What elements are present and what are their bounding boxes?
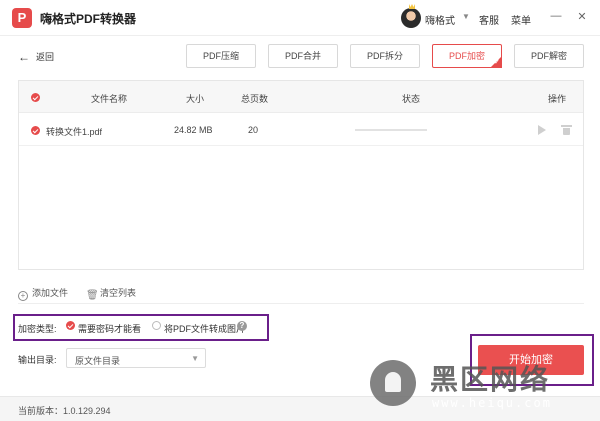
check-icon: ✓ — [494, 59, 500, 66]
add-file-label: 添加文件 — [32, 288, 69, 298]
watermark-title: 黑区网络 — [430, 363, 551, 396]
minimize-button[interactable]: — — [550, 10, 562, 22]
tab-pdf-decrypt[interactable]: PDF解密 — [514, 44, 584, 68]
file-size: 24.82 MB — [174, 125, 213, 135]
output-dir-value: 原文件目录 — [75, 356, 121, 366]
chevron-down-icon: ▼ — [191, 354, 199, 363]
back-button[interactable]: ← 返回 — [18, 50, 54, 64]
back-label: 返回 — [36, 52, 55, 62]
app-title: 嗨格式PDF转换器 — [40, 12, 137, 26]
clear-list-label: 清空列表 — [100, 288, 137, 298]
menu-link[interactable]: 菜单 — [511, 12, 531, 27]
chevron-down-icon[interactable]: ▼ — [462, 12, 470, 21]
trash-icon[interactable] — [561, 125, 572, 135]
arrow-left-icon: ← — [18, 50, 30, 64]
help-icon[interactable]: ? — [237, 321, 247, 331]
tab-pdf-encrypt[interactable]: PDF加密 ✓ — [432, 44, 502, 68]
output-dir-select[interactable]: 原文件目录 ▼ — [66, 348, 206, 368]
clear-list-button[interactable]: 🗑清空列表 — [86, 286, 136, 301]
close-button[interactable]: ✕ — [576, 10, 588, 23]
crown-icon — [409, 4, 415, 9]
file-name: 转换文件1.pdf — [46, 127, 103, 137]
tab-pdf-split[interactable]: PDF拆分 — [350, 44, 420, 68]
tab-pdf-compress[interactable]: PDF压缩 — [186, 44, 256, 68]
option-image-radio[interactable] — [152, 321, 161, 330]
option-image-label[interactable]: 将PDF文件转成图片 — [164, 322, 245, 335]
watermark-url: www.heiqu.com — [432, 396, 552, 410]
header-pages: 总页数 — [241, 94, 269, 104]
progress-bar — [355, 129, 427, 131]
header-action: 操作 — [548, 94, 567, 104]
divider — [18, 303, 584, 304]
encryption-type-label: 加密类型: — [18, 324, 57, 334]
avatar[interactable] — [401, 8, 421, 28]
output-dir-label: 输出目录: — [18, 355, 57, 365]
plus-icon: + — [18, 291, 28, 301]
version-label: 当前版本：1.0.129.294 — [18, 406, 111, 416]
table-row: 转换文件1.pdf 24.82 MB 20 — [19, 114, 583, 146]
tab-pdf-merge[interactable]: PDF合并 — [268, 44, 338, 68]
header-size: 大小 — [186, 94, 205, 104]
header-name: 文件名称 — [91, 94, 128, 104]
service-link[interactable]: 客服 — [479, 12, 499, 27]
add-file-button[interactable]: + 添加文件 — [18, 286, 68, 301]
table-header: 文件名称 大小 总页数 状态 操作 — [19, 81, 583, 113]
file-pages: 20 — [248, 125, 259, 135]
option-password-label[interactable]: 需要密码才能看 — [78, 322, 141, 335]
title-bar: P 嗨格式PDF转换器 嗨格式 ▼ 客服 菜单 — ✕ — [0, 0, 600, 36]
file-table: 文件名称 大小 总页数 状态 操作 转换文件1.pdf 24.82 MB 20 — [18, 80, 584, 270]
app-logo-icon: P — [12, 8, 32, 28]
select-all-checkbox[interactable] — [31, 93, 40, 102]
tab-label: PDF加密 — [448, 51, 485, 61]
play-icon[interactable] — [538, 125, 546, 135]
option-password-radio[interactable] — [66, 321, 75, 330]
watermark-logo-icon — [370, 360, 416, 406]
trash-icon: 🗑 — [86, 290, 99, 301]
header-status: 状态 — [402, 94, 421, 104]
row-checkbox[interactable] — [31, 126, 40, 135]
username[interactable]: 嗨格式 — [425, 12, 455, 27]
